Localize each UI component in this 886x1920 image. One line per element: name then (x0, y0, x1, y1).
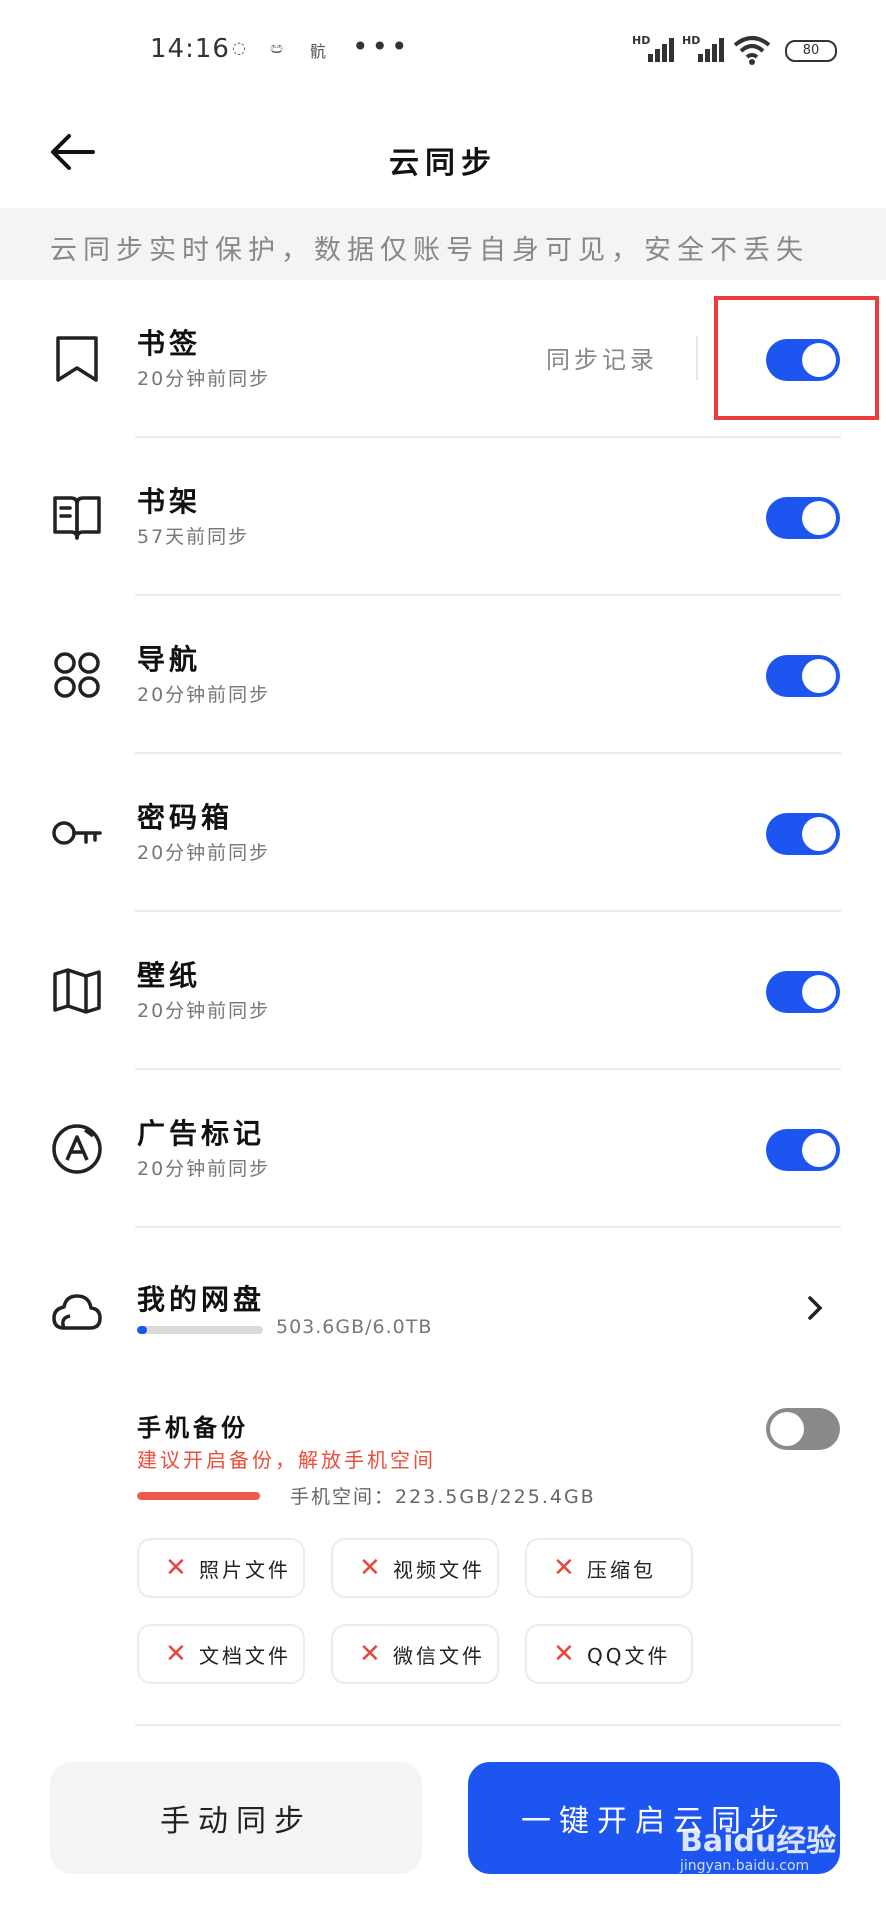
wallpaper-icon (53, 968, 101, 1014)
wifi-icon (733, 36, 771, 65)
backup-option-archives[interactable]: ✕ 压缩包 (525, 1538, 693, 1598)
watermark-url: jingyan.baidu.com (680, 1858, 810, 1874)
chip-label: 压缩包 (587, 1557, 656, 1582)
bookshelf-icon (53, 496, 101, 540)
close-icon: ✕ (553, 1639, 575, 1669)
item-name: 导航 (137, 643, 202, 676)
phone-space-bar (137, 1492, 261, 1500)
header: 云同步 (0, 100, 886, 210)
signal-icon: HD (682, 34, 726, 62)
close-icon: ✕ (553, 1553, 575, 1583)
cloud-icon (52, 1294, 102, 1330)
signal-icon: HD (632, 34, 676, 62)
phone-backup-section: 手机备份 建议开启备份，解放手机空间 手机空间：223.5GB/225.4GB … (0, 1380, 886, 1740)
phone-backup-warning: 建议开启备份，解放手机空间 (137, 1448, 436, 1472)
watermark-logo: Baidu经验 (680, 1824, 837, 1859)
ad-block-icon (52, 1124, 102, 1174)
cloud-drive-usage-bar (137, 1326, 263, 1334)
key-icon (52, 821, 102, 845)
notification-icon: 骯 (310, 42, 327, 61)
chip-label: 文档文件 (199, 1643, 291, 1668)
bookshelf-sync-toggle[interactable] (766, 497, 840, 539)
more-notifications-icon: ••• (352, 30, 411, 63)
navigation-sync-toggle[interactable] (766, 655, 840, 697)
item-last-sync: 20分钟前同步 (137, 842, 271, 864)
backup-option-photos[interactable]: ✕ 照片文件 (137, 1538, 305, 1598)
chip-label: 视频文件 (393, 1557, 485, 1582)
item-last-sync: 20分钟前同步 (137, 368, 271, 390)
chip-label: 照片文件 (199, 1557, 291, 1582)
chevron-right-icon[interactable] (800, 1288, 830, 1328)
item-last-sync: 20分钟前同步 (137, 1158, 271, 1180)
wallpaper-sync-toggle[interactable] (766, 971, 840, 1013)
backup-option-wechat[interactable]: ✕ 微信文件 (331, 1624, 499, 1684)
divider (135, 1226, 841, 1228)
backup-option-videos[interactable]: ✕ 视频文件 (331, 1538, 499, 1598)
network-label: HD (682, 34, 701, 47)
item-name: 密码箱 (137, 801, 234, 834)
sync-row-ad-markers: 广告标记 20分钟前同步 (0, 1070, 886, 1228)
chip-label: 微信文件 (393, 1643, 485, 1668)
page-title: 云同步 (389, 146, 497, 181)
backup-option-documents[interactable]: ✕ 文档文件 (137, 1624, 305, 1684)
cloud-drive-row[interactable]: 我的网盘 503.6GB/6.0TB (0, 1240, 886, 1370)
backup-option-qq[interactable]: ✕ QQ文件 (525, 1624, 693, 1684)
info-banner: 云同步实时保护，数据仅账号自身可见，安全不丢失 (0, 208, 886, 280)
close-icon: ✕ (165, 1639, 187, 1669)
close-icon: ✕ (165, 1553, 187, 1583)
item-name: 广告标记 (137, 1117, 266, 1150)
sync-row-navigation: 导航 20分钟前同步 (0, 596, 886, 754)
item-last-sync: 20分钟前同步 (137, 684, 271, 706)
cloud-drive-usage: 503.6GB/6.0TB (276, 1316, 433, 1338)
divider (135, 1724, 841, 1726)
notification-icon: ◌ (232, 38, 246, 57)
phone-backup-toggle[interactable] (766, 1408, 840, 1450)
separator (696, 336, 698, 380)
status-time: 14:16 (150, 34, 230, 64)
item-name: 书架 (137, 485, 202, 518)
battery-indicator: 80 (785, 40, 837, 62)
item-last-sync: 57天前同步 (137, 526, 250, 548)
phone-backup-title: 手机备份 (137, 1414, 249, 1442)
password-vault-sync-toggle[interactable] (766, 813, 840, 855)
manual-sync-button[interactable]: 手动同步 (50, 1762, 422, 1874)
sync-row-wallpaper: 壁纸 20分钟前同步 (0, 912, 886, 1070)
phone-space-text: 手机空间：223.5GB/225.4GB (290, 1486, 596, 1508)
item-name: 书签 (137, 327, 202, 360)
network-label: HD (632, 34, 651, 47)
sync-row-bookshelf: 书架 57天前同步 (0, 438, 886, 596)
grid-icon (54, 652, 100, 698)
sync-row-password-vault: 密码箱 20分钟前同步 (0, 754, 886, 912)
sync-log-link[interactable]: 同步记录 (546, 340, 658, 375)
notification-icon: ඏ (270, 38, 284, 57)
banner-text: 云同步实时保护，数据仅账号自身可见，安全不丢失 (50, 235, 809, 266)
chip-label: QQ文件 (587, 1643, 671, 1668)
ad-markers-sync-toggle[interactable] (766, 1129, 840, 1171)
status-bar: 14:16 ◌ ඏ 骯 ••• HD HD 80 (0, 0, 886, 100)
close-icon: ✕ (359, 1553, 381, 1583)
item-last-sync: 20分钟前同步 (137, 1000, 271, 1022)
highlight-annotation (714, 296, 879, 420)
bookmark-icon (56, 336, 98, 382)
cloud-drive-name: 我的网盘 (137, 1283, 266, 1316)
item-name: 壁纸 (137, 959, 202, 992)
close-icon: ✕ (359, 1639, 381, 1669)
